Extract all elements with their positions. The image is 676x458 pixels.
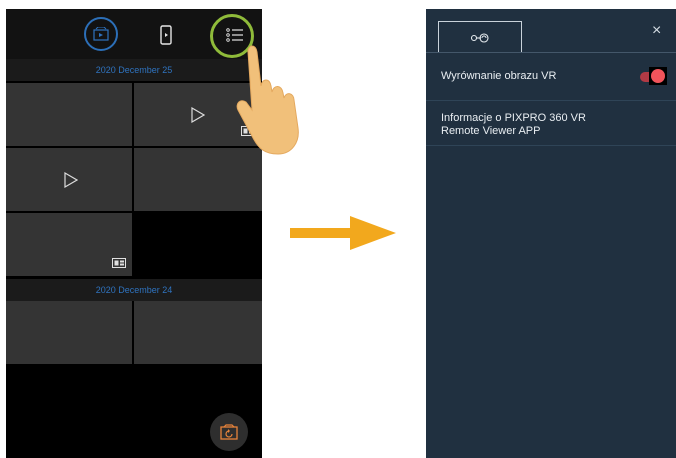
setting-label: Wyrównanie obrazu VR — [441, 70, 557, 82]
tab-vr-settings[interactable] — [438, 21, 522, 53]
vr-lens-icon — [470, 32, 489, 43]
date-header: 2020 December 25 — [6, 59, 262, 81]
video-thumbnail[interactable] — [6, 148, 132, 211]
media-thumbnail[interactable] — [6, 213, 132, 276]
setting-row-app-info[interactable]: Informacje o PIXPRO 360 VR Remote Viewer… — [426, 101, 676, 146]
setting-row-vr-alignment[interactable]: Wyrównanie obrazu VR — [426, 53, 676, 101]
play-icon — [64, 172, 78, 188]
media-thumbnail[interactable] — [6, 301, 132, 364]
file-type-icon — [112, 258, 126, 268]
top-toolbar — [6, 9, 262, 59]
setting-label: Informacje o PIXPRO 360 VR Remote Viewer… — [441, 112, 586, 137]
camera-switch-button[interactable] — [210, 413, 248, 451]
camera-return-icon — [220, 424, 238, 440]
hand-pointer-icon — [236, 45, 299, 155]
media-thumbnail[interactable] — [134, 301, 262, 364]
vr-alignment-toggle[interactable] — [640, 67, 668, 85]
gallery-screen: 2020 December 25 2020 December 24 — [6, 9, 262, 458]
media-thumbnail[interactable] — [6, 83, 132, 146]
phone-storage-icon[interactable] — [150, 19, 182, 51]
close-icon[interactable]: × — [652, 23, 661, 39]
settings-panel: × Wyrównanie obrazu VR Informacje o PIXP… — [426, 9, 676, 458]
play-icon — [191, 107, 205, 123]
arrow-right-icon — [290, 216, 396, 250]
album-icon[interactable] — [84, 17, 118, 51]
date-header: 2020 December 24 — [6, 279, 262, 301]
